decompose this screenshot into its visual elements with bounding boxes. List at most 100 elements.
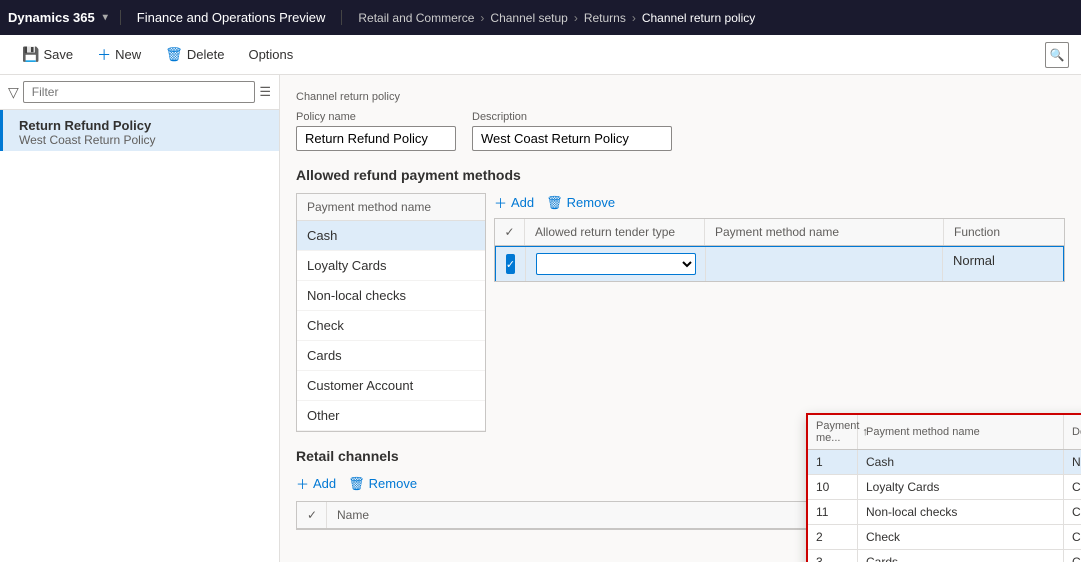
retail-remove-icon: 🗑	[348, 476, 365, 492]
dropdown-col-method: Payment method name	[858, 415, 1064, 449]
delete-icon: 🗑	[165, 46, 183, 63]
policy-name-input[interactable]	[296, 126, 456, 151]
list-item-check[interactable]: Check	[297, 311, 485, 341]
dropdown-row-2[interactable]: 2 Check Check	[808, 525, 1081, 550]
list-item-cash[interactable]: Cash	[297, 221, 485, 251]
dropdown-row-1[interactable]: 1 Cash Normal	[808, 450, 1081, 475]
list-item-nonlocal[interactable]: Non-local checks	[297, 281, 485, 311]
dropdown-cell-num-10: 10	[808, 475, 858, 499]
new-icon: ＋	[97, 45, 111, 65]
sidebar: ▽ ☰ Return Refund Policy West Coast Retu…	[0, 75, 280, 562]
grid-col-tender: Allowed return tender type	[525, 219, 705, 245]
app-title: Finance and Operations Preview	[121, 10, 343, 25]
grid-col-method: Payment method name	[705, 219, 944, 245]
sidebar-list: Return Refund Policy West Coast Return P…	[0, 110, 279, 562]
dropdown-cell-default-1: Normal	[1064, 450, 1081, 474]
dropdown-cell-default-2: Check	[1064, 525, 1081, 549]
retail-col-name: Name	[327, 502, 864, 528]
search-button[interactable]: 🔍	[1045, 42, 1069, 68]
payment-method-list: Payment method name Cash Loyalty Cards N…	[296, 193, 486, 432]
description-label: Description	[472, 111, 672, 123]
delete-label: Delete	[187, 47, 225, 62]
save-label: Save	[43, 47, 73, 62]
brand-logo[interactable]: Dynamics 365 ▾	[8, 10, 121, 25]
add-button[interactable]: ＋ Add	[494, 193, 534, 212]
dropdown-cell-default-11: Check	[1064, 500, 1081, 524]
breadcrumb-item-2[interactable]: Channel setup	[490, 11, 567, 25]
list-item-other[interactable]: Other	[297, 401, 485, 431]
policy-name-label: Policy name	[296, 111, 456, 123]
dropdown-cell-num-1: 1	[808, 450, 858, 474]
dropdown-cell-method-3: Cards	[858, 550, 1064, 562]
delete-button[interactable]: 🗑 Delete	[155, 42, 234, 67]
brand-chevron-icon: ▾	[103, 12, 108, 23]
brand-text: Dynamics 365	[8, 10, 95, 25]
grid-col-function: Function	[944, 219, 1064, 245]
section-label: Channel return policy	[296, 91, 1065, 103]
form-row: Policy name Description	[296, 111, 1065, 151]
retail-remove-label: Remove	[369, 476, 417, 491]
dropdown-row-10[interactable]: 10 Loyalty Cards Card	[808, 475, 1081, 500]
grid-cell-check: ✓	[496, 247, 526, 281]
payment-section: Payment method name Cash Loyalty Cards N…	[296, 193, 1065, 432]
retail-add-button[interactable]: ＋ Add	[296, 474, 336, 493]
tender-type-select[interactable]	[536, 253, 696, 275]
grid-cell-function: Normal	[943, 247, 1063, 281]
save-button[interactable]: 💾 Save	[12, 42, 83, 67]
add-icon: ＋	[494, 193, 507, 212]
sidebar-item-title: Return Refund Policy	[19, 118, 267, 133]
list-item-cards[interactable]: Cards	[297, 341, 485, 371]
filter-icon[interactable]: ▽	[8, 84, 19, 101]
breadcrumb-item-3[interactable]: Returns	[584, 11, 626, 25]
dropdown-cell-method-2: Check	[858, 525, 1064, 549]
breadcrumb: Retail and Commerce › Channel setup › Re…	[342, 11, 755, 25]
dropdown-row-11[interactable]: 11 Non-local checks Check	[808, 500, 1081, 525]
grid-col-check: ✓	[495, 219, 525, 245]
grid-cell-tender[interactable]	[526, 247, 706, 281]
search-input[interactable]	[23, 81, 256, 103]
dropdown-row-3[interactable]: 3 Cards Card	[808, 550, 1081, 562]
breadcrumb-item-4: Channel return policy	[642, 11, 755, 25]
policy-name-field: Policy name	[296, 111, 456, 151]
hamburger-icon[interactable]: ☰	[259, 84, 271, 100]
breadcrumb-sep-2: ›	[574, 11, 578, 25]
dropdown-col-default: Default function	[1064, 415, 1081, 449]
main-layout: ▽ ☰ Return Refund Policy West Coast Retu…	[0, 75, 1081, 562]
payment-dropdown[interactable]: Payment me... ↑ Payment method name Defa…	[806, 413, 1081, 562]
right-table-area: ＋ Add 🗑 Remove ✓ Allowed return tender t…	[486, 193, 1065, 432]
add-label: Add	[511, 195, 534, 210]
dropdown-cell-num-11: 11	[808, 500, 858, 524]
dropdown-cell-default-3: Card	[1064, 550, 1081, 562]
dropdown-cell-num-2: 2	[808, 525, 858, 549]
retail-add-label: Add	[313, 476, 336, 491]
grid-cell-method	[706, 247, 943, 281]
list-item-customer[interactable]: Customer Account	[297, 371, 485, 401]
remove-icon: 🗑	[546, 195, 563, 211]
allowed-refund-title: Allowed refund payment methods	[296, 167, 1065, 183]
payment-list-header: Payment method name	[297, 194, 485, 221]
toolbar: 💾 Save ＋ New 🗑 Delete Options 🔍	[0, 35, 1081, 75]
sidebar-item-policy[interactable]: Return Refund Policy West Coast Return P…	[0, 110, 279, 151]
description-field: Description	[472, 111, 672, 151]
sidebar-tools: ▽ ☰	[0, 75, 279, 110]
breadcrumb-sep-1: ›	[480, 11, 484, 25]
dropdown-cell-num-3: 3	[808, 550, 858, 562]
retail-remove-button[interactable]: 🗑 Remove	[348, 476, 417, 492]
remove-button[interactable]: 🗑 Remove	[546, 195, 615, 211]
dropdown-cell-method-10: Loyalty Cards	[858, 475, 1064, 499]
topbar: Dynamics 365 ▾ Finance and Operations Pr…	[0, 0, 1081, 35]
options-button[interactable]: Options	[238, 43, 303, 66]
content-area: Channel return policy Policy name Descri…	[280, 75, 1081, 562]
new-label: New	[115, 47, 141, 62]
retail-col-check: ✓	[297, 502, 327, 528]
row-check-icon: ✓	[506, 254, 515, 274]
description-input[interactable]	[472, 126, 672, 151]
new-button[interactable]: ＋ New	[87, 41, 151, 69]
grid-edit-row[interactable]: ✓ Normal	[495, 246, 1064, 281]
dropdown-col-num: Payment me... ↑	[808, 415, 858, 449]
search-icon: 🔍	[1050, 48, 1065, 62]
list-item-loyalty[interactable]: Loyalty Cards	[297, 251, 485, 281]
breadcrumb-item-1[interactable]: Retail and Commerce	[358, 11, 474, 25]
sidebar-item-subtitle: West Coast Return Policy	[19, 133, 267, 147]
remove-label: Remove	[567, 195, 615, 210]
